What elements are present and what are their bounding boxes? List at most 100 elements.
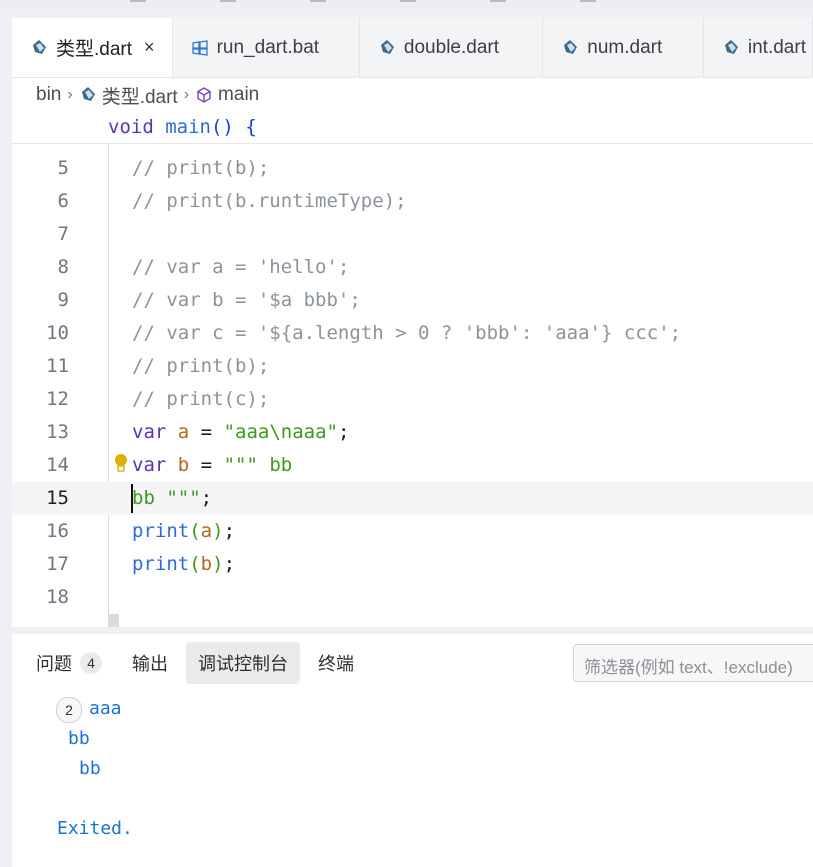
code-token: // var b = '$a bbb'; — [132, 289, 361, 311]
code-token: { — [245, 116, 257, 138]
line-number: 7 — [57, 223, 69, 245]
breadcrumb-file[interactable]: 类型.dart — [102, 82, 178, 109]
code-token: a — [177, 421, 190, 443]
line-code: // print(b); — [132, 157, 269, 179]
code-token: main — [165, 116, 211, 138]
tab-terminal[interactable]: 终端 — [306, 642, 366, 684]
lightbulb-icon[interactable] — [114, 453, 128, 475]
line-number: 8 — [57, 256, 69, 278]
line-code: // var c = '${a.length > 0 ? 'bbb': 'aaa… — [132, 322, 681, 344]
line-number: 18 — [46, 586, 69, 608]
line-code: bb """; — [132, 487, 212, 509]
code-token: var — [132, 454, 167, 476]
line-code: var a = "aaa\naaa"; — [132, 421, 349, 443]
window-top-strip — [0, 0, 813, 14]
code-token: void — [108, 116, 154, 138]
code-token: // print(b.runtimeType); — [132, 190, 407, 212]
console-output-line: aaa — [89, 698, 122, 719]
breadcrumb-folder[interactable]: bin — [36, 84, 61, 106]
code-line[interactable]: 11 // print(b); — [12, 350, 813, 383]
line-number: 9 — [57, 289, 69, 311]
code-line-current[interactable]: 15 bb """; — [12, 482, 813, 515]
breadcrumb-symbol[interactable]: main — [218, 84, 259, 106]
code-line[interactable]: 17 print(b); — [12, 548, 813, 581]
breadcrumb: bin › 类型.dart › main — [36, 82, 259, 108]
dart-icon — [564, 39, 578, 54]
top-strip-mark — [580, 0, 596, 2]
code-token: b — [200, 553, 213, 575]
tab-run-dart-bat[interactable]: run_dart.bat — [172, 18, 360, 77]
code-line[interactable]: 13 var a = "aaa\naaa"; — [12, 416, 813, 449]
sticky-code: void main() { — [108, 116, 257, 138]
code-token: a — [200, 520, 213, 542]
code-token: // var a = 'hello'; — [132, 256, 350, 278]
line-code: // var a = 'hello'; — [132, 256, 349, 278]
problems-count-badge: 4 — [80, 652, 102, 674]
code-token: "aaa\naaa" — [223, 421, 338, 443]
line-number: 12 — [46, 388, 69, 410]
tab-label: 类型.dart — [56, 39, 133, 60]
panel-tabs: 问题 4 输出 调试控制台 终端 — [12, 642, 372, 684]
code-token: // print(b); — [132, 355, 270, 377]
code-line[interactable]: 16 print(a); — [12, 515, 813, 548]
line-code: // print(b); — [132, 355, 269, 377]
editor-tab-bar: 类型.dart × run_dart.bat double.dart num.d… — [12, 18, 813, 78]
chevron-right-icon: › — [67, 86, 73, 103]
tab-debug-console[interactable]: 调试控制台 — [186, 642, 300, 684]
code-token: ; — [200, 487, 213, 509]
code-line[interactable]: 12 // print(c); — [12, 383, 813, 416]
tab-int-dart[interactable]: int.dart — [703, 18, 813, 77]
chevron-right-icon: › — [183, 86, 190, 103]
code-token: b — [177, 454, 190, 476]
code-token: // print(c); — [132, 388, 270, 410]
code-token: // print(b); — [132, 157, 270, 179]
code-line[interactable]: 7 — [12, 218, 813, 251]
line-number: 14 — [46, 454, 69, 476]
code-token: print — [132, 553, 190, 575]
tab-label: num.dart — [587, 36, 663, 58]
line-number: 15 — [46, 487, 69, 509]
code-line[interactable]: 8 // var a = 'hello'; — [12, 251, 813, 284]
tab-label: 调试控制台 — [198, 654, 288, 674]
code-token: ( — [189, 553, 201, 575]
sticky-scroll-header[interactable]: void main() { — [12, 112, 813, 144]
code-line[interactable]: 5 // print(b); — [12, 152, 813, 185]
tab-num-dart[interactable]: num.dart — [543, 18, 704, 77]
filter-input[interactable]: 筛选器(例如 text、!exclude) — [573, 644, 813, 682]
code-token: () — [210, 116, 234, 138]
dart-icon — [724, 39, 738, 54]
tab-label: double.dart — [403, 36, 499, 58]
editor: 类型.dart × run_dart.bat double.dart num.d… — [12, 18, 813, 627]
tab-types-dart[interactable]: 类型.dart × — [12, 18, 173, 77]
console-exit-message: Exited. — [57, 818, 133, 839]
code-token: ) — [212, 520, 224, 542]
tab-label: int.dart — [747, 36, 806, 58]
code-line[interactable]: 18 — [12, 581, 813, 614]
code-line[interactable]: 14 var b = """ bb — [12, 449, 813, 482]
code-token: ) — [212, 553, 224, 575]
code-token: ; — [223, 553, 236, 575]
console-output-line: bb — [68, 728, 90, 749]
tab-problems[interactable]: 问题 4 — [24, 642, 114, 684]
windows-icon — [191, 39, 208, 56]
code-line[interactable]: 9 // var b = '$a bbb'; — [12, 284, 813, 317]
tab-output[interactable]: 输出 — [120, 642, 180, 684]
tab-label: 问题 — [36, 654, 72, 674]
line-number: 13 — [46, 421, 69, 443]
console-output-line: bb — [79, 758, 101, 779]
top-strip-mark — [130, 0, 146, 2]
scrollbar-stub[interactable] — [109, 614, 119, 627]
close-icon[interactable]: × — [144, 37, 155, 58]
code-line[interactable]: 6 // print(b.runtimeType); — [12, 185, 813, 218]
line-number: 11 — [46, 355, 69, 377]
top-strip-mark — [400, 0, 416, 2]
tab-double-dart[interactable]: double.dart — [359, 18, 544, 77]
code-line[interactable]: 10 // var c = '${a.length > 0 ? 'bbb': 'a… — [12, 317, 813, 350]
tab-label: 终端 — [318, 654, 354, 674]
bottom-panel: 问题 4 输出 调试控制台 终端 筛选器(例如 text、!exclude) 2… — [12, 634, 813, 867]
tab-label: run_dart.bat — [216, 36, 320, 58]
